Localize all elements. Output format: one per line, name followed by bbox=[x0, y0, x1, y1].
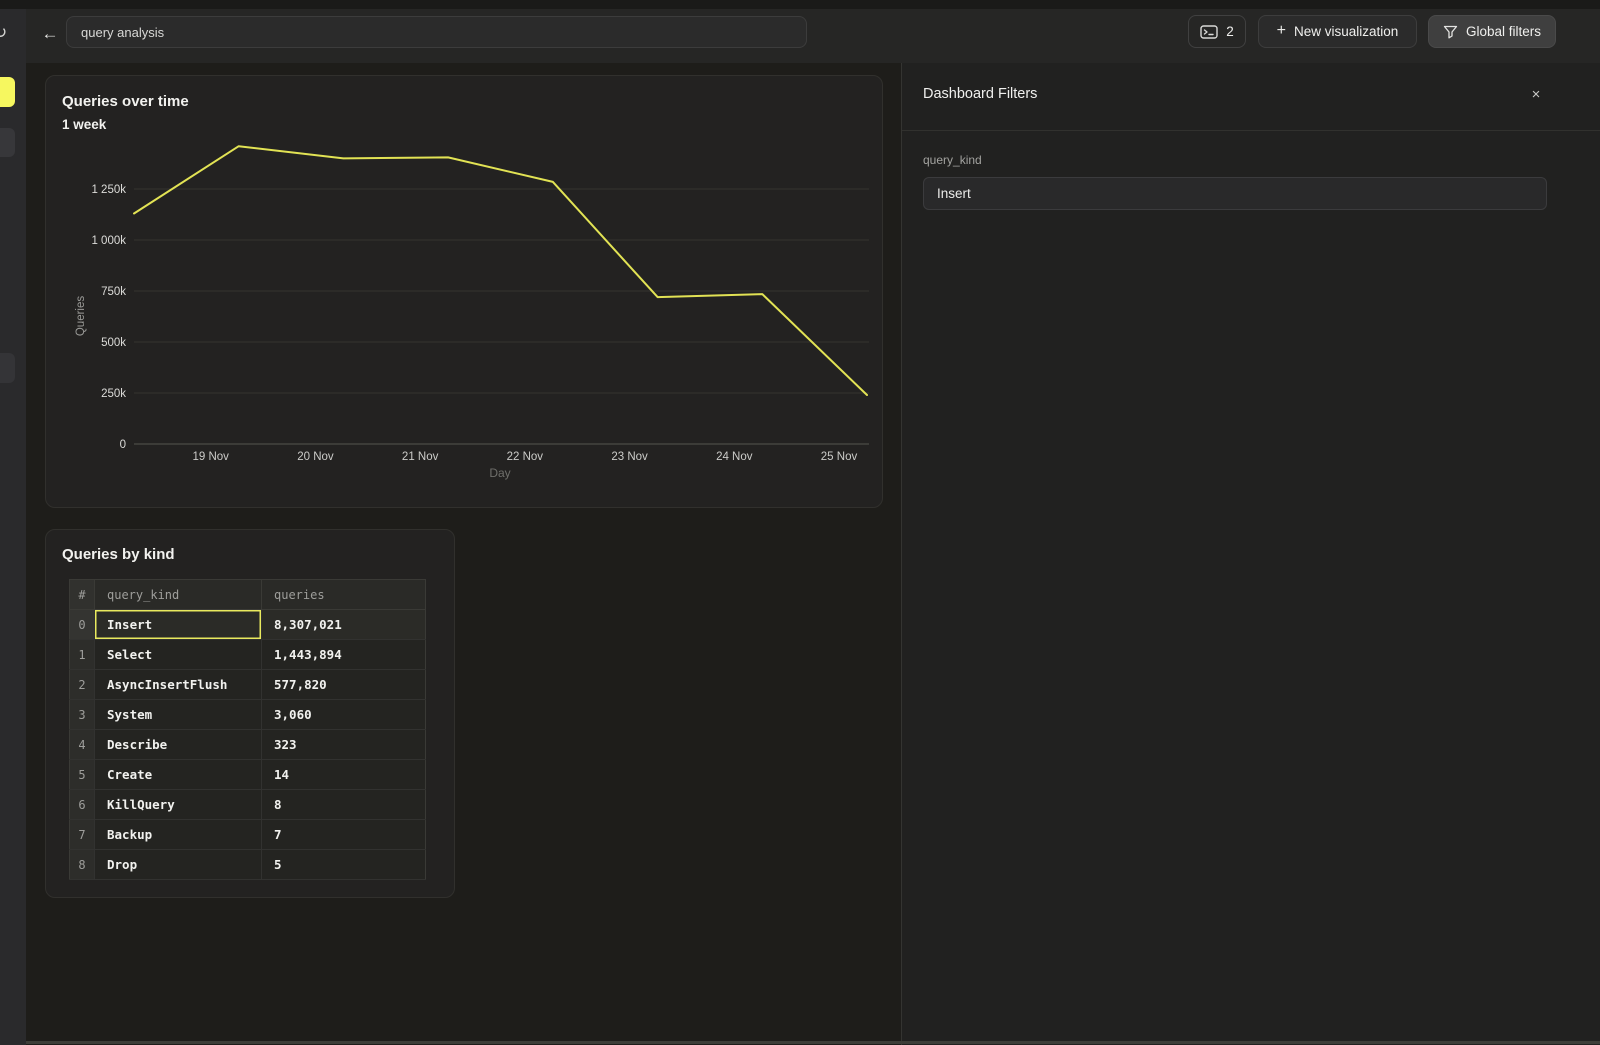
queries-count-cell[interactable]: 8 bbox=[262, 790, 426, 820]
queries-count-cell[interactable]: 14 bbox=[262, 760, 426, 790]
query-kind-cell[interactable]: KillQuery bbox=[95, 790, 262, 820]
row-index-cell: 7 bbox=[70, 820, 95, 850]
window-top-strip bbox=[0, 0, 1600, 9]
table-row: 6KillQuery8 bbox=[70, 790, 426, 820]
chart-gridlines bbox=[134, 189, 869, 444]
dashboard-title-input[interactable] bbox=[66, 16, 807, 48]
queries-count-cell[interactable]: 3,060 bbox=[262, 700, 426, 730]
chart-y-tick-labels: 1 250k 1 000k 750k 500k 250k 0 bbox=[91, 184, 126, 451]
queries-count-cell[interactable]: 8,307,021 bbox=[262, 610, 426, 640]
top-bar: ← 2 + New visualization Global filters bbox=[26, 9, 1600, 63]
table-row: 2AsyncInsertFlush577,820 bbox=[70, 670, 426, 700]
table-row: 0Insert8,307,021 bbox=[70, 610, 426, 640]
close-panel-button[interactable]: × bbox=[1525, 83, 1547, 105]
queries-by-kind-card: Queries by kind # query_kind queries 0In… bbox=[45, 529, 455, 898]
filters-panel-title: Dashboard Filters bbox=[923, 86, 1037, 102]
y-tick-label: 250k bbox=[101, 388, 126, 400]
chart-subtitle: 1 week bbox=[62, 117, 106, 132]
table-title: Queries by kind bbox=[62, 546, 175, 563]
query-kind-cell[interactable]: Insert bbox=[95, 610, 262, 640]
global-filters-button[interactable]: Global filters bbox=[1428, 15, 1556, 48]
row-index-cell: 8 bbox=[70, 850, 95, 880]
app-sidebar: ↻ bbox=[0, 9, 26, 1045]
dashboard-canvas: Queries over time 1 week 1 250k1 000k750… bbox=[26, 63, 901, 1045]
sidebar-item-active[interactable] bbox=[0, 77, 15, 107]
console-window-icon bbox=[1200, 25, 1218, 39]
close-icon: × bbox=[1532, 86, 1541, 103]
x-tick-label: 24 Nov bbox=[716, 451, 753, 463]
row-index-cell: 1 bbox=[70, 640, 95, 670]
column-header-query-kind[interactable]: query_kind bbox=[95, 580, 262, 610]
dashboard-filters-panel: Dashboard Filters × query_kind bbox=[901, 63, 1600, 1045]
sidebar-item[interactable] bbox=[0, 128, 15, 157]
x-tick-label: 21 Nov bbox=[402, 451, 439, 463]
row-index-cell: 5 bbox=[70, 760, 95, 790]
filter-field-label: query_kind bbox=[923, 153, 982, 167]
funnel-icon bbox=[1443, 25, 1458, 39]
table-row: 5Create14 bbox=[70, 760, 426, 790]
panel-divider bbox=[902, 130, 1600, 131]
column-header-index[interactable]: # bbox=[70, 580, 95, 610]
row-index-cell: 2 bbox=[70, 670, 95, 700]
back-arrow-icon: ← bbox=[42, 24, 59, 44]
queries-count-cell[interactable]: 577,820 bbox=[262, 670, 426, 700]
table-row: 8Drop5 bbox=[70, 850, 426, 880]
queries-over-time-card: Queries over time 1 week 1 250k 1 000k 750… bbox=[45, 75, 883, 508]
x-tick-label: 25 Nov bbox=[821, 451, 858, 463]
query-kind-cell[interactable]: Describe bbox=[95, 730, 262, 760]
queries-count-cell[interactable]: 323 bbox=[262, 730, 426, 760]
window-bottom-edge bbox=[26, 1041, 1600, 1044]
queries-by-kind-table: # query_kind queries 0Insert8,307,0211Se… bbox=[69, 579, 426, 880]
y-tick-label: 1 250k bbox=[91, 184, 126, 196]
x-tick-label: 23 Nov bbox=[611, 451, 648, 463]
row-index-cell: 4 bbox=[70, 730, 95, 760]
console-button[interactable]: 2 bbox=[1188, 15, 1246, 48]
chart-y-axis-title: Queries bbox=[75, 296, 87, 337]
x-tick-label: 20 Nov bbox=[297, 451, 334, 463]
row-index-cell: 3 bbox=[70, 700, 95, 730]
plus-icon: + bbox=[1277, 22, 1286, 40]
column-header-queries[interactable]: queries bbox=[262, 580, 426, 610]
y-tick-label: 0 bbox=[120, 439, 126, 451]
history-icon[interactable]: ↻ bbox=[0, 23, 7, 43]
query-kind-cell[interactable]: Select bbox=[95, 640, 262, 670]
query-kind-cell[interactable]: AsyncInsertFlush bbox=[95, 670, 262, 700]
table-row: 3System3,060 bbox=[70, 700, 426, 730]
chart-title: Queries over time bbox=[62, 93, 189, 110]
chart-x-tick-labels: 19 Nov 20 Nov 21 Nov 22 Nov 23 Nov 24 Nov 25 N… bbox=[192, 451, 857, 463]
table-row: 1Select1,443,894 bbox=[70, 640, 426, 670]
queries-count-cell[interactable]: 1,443,894 bbox=[262, 640, 426, 670]
query-kind-cell[interactable]: Create bbox=[95, 760, 262, 790]
queries-over-time-chart: 1 250k 1 000k 750k 500k 250k 0 19 Nov 20 Nov 21… bbox=[46, 138, 884, 488]
query-kind-cell[interactable]: System bbox=[95, 700, 262, 730]
queries-count-cell[interactable]: 7 bbox=[262, 820, 426, 850]
query-kind-cell[interactable]: Drop bbox=[95, 850, 262, 880]
chart-x-axis-title: Day bbox=[489, 466, 510, 480]
console-count: 2 bbox=[1226, 24, 1234, 39]
query-kind-cell[interactable]: Backup bbox=[95, 820, 262, 850]
y-tick-label: 1 000k bbox=[91, 235, 126, 247]
x-tick-label: 22 Nov bbox=[507, 451, 544, 463]
row-index-cell: 6 bbox=[70, 790, 95, 820]
y-tick-label: 500k bbox=[101, 337, 126, 349]
queries-count-cell[interactable]: 5 bbox=[262, 850, 426, 880]
query-kind-filter-input[interactable] bbox=[923, 177, 1547, 210]
sidebar-item[interactable] bbox=[0, 353, 15, 383]
chart-line-series bbox=[134, 146, 867, 395]
table-header-row: # query_kind queries bbox=[70, 580, 426, 610]
global-filters-label: Global filters bbox=[1466, 24, 1541, 39]
y-tick-label: 750k bbox=[101, 286, 126, 298]
table-row: 4Describe323 bbox=[70, 730, 426, 760]
row-index-cell: 0 bbox=[70, 610, 95, 640]
table-row: 7Backup7 bbox=[70, 820, 426, 850]
back-button[interactable]: ← bbox=[38, 20, 62, 48]
new-visualization-label: New visualization bbox=[1294, 24, 1398, 39]
new-visualization-button[interactable]: + New visualization bbox=[1258, 15, 1417, 48]
x-tick-label: 19 Nov bbox=[192, 451, 229, 463]
